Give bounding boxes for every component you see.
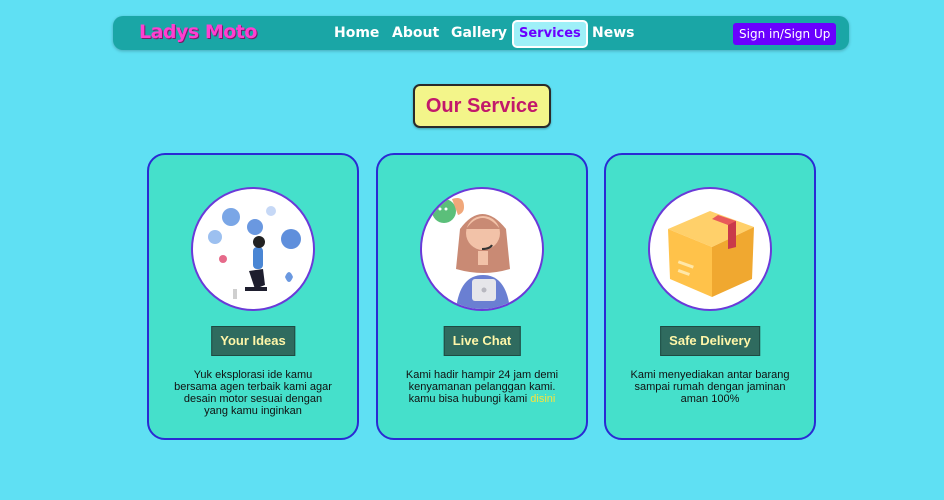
nav-home[interactable]: Home	[334, 22, 379, 44]
signin-button[interactable]: Sign in/Sign Up	[733, 23, 837, 45]
contact-link[interactable]: disini	[530, 393, 555, 405]
nav-about[interactable]: About	[392, 22, 439, 44]
nav-services[interactable]: Services	[512, 20, 588, 48]
safe-delivery-button[interactable]: Safe Delivery	[660, 326, 760, 356]
service-card-delivery: Safe Delivery Kami menyediakan antar bar…	[604, 153, 816, 440]
package-box-illustration-icon	[648, 187, 772, 311]
navbar: Ladys Moto Home About Gallery Services N…	[113, 16, 849, 50]
live-chat-button[interactable]: Live Chat	[443, 326, 521, 356]
brand-logo[interactable]: Ladys Moto	[139, 21, 257, 43]
chat-description: Kami hadir hampir 24 jam demi kenyamanan…	[400, 369, 564, 405]
nav-gallery[interactable]: Gallery	[451, 22, 507, 44]
section-title: Our Service	[413, 84, 551, 128]
service-card-ideas: Your Ideas Yuk eksplorasi ide kamu bersa…	[147, 153, 359, 440]
service-card-chat: Live Chat Kami hadir hampir 24 jam demi …	[376, 153, 588, 440]
ideas-description: Yuk eksplorasi ide kamu bersama agen ter…	[174, 369, 332, 417]
your-ideas-button[interactable]: Your Ideas	[211, 326, 295, 356]
delivery-description: Kami menyediakan antar barang sampai rum…	[630, 369, 790, 405]
ideas-illustration-icon	[191, 187, 315, 311]
live-chat-illustration-icon	[420, 187, 544, 311]
nav-news[interactable]: News	[592, 22, 634, 44]
